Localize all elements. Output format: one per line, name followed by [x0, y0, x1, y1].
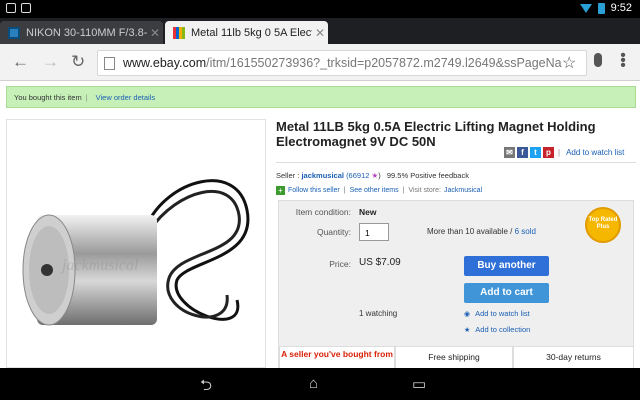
wifi-icon: [579, 3, 592, 13]
store-link[interactable]: Jackmusical: [444, 187, 482, 194]
seller-bought-from-feature: A seller you've bought from: [279, 346, 395, 369]
condition-label: Item condition:: [295, 207, 351, 217]
url-domain: www.ebay.com: [123, 56, 207, 70]
reload-icon[interactable]: ↻: [71, 52, 85, 72]
close-tab-icon[interactable]: ✕: [147, 26, 163, 40]
product-image[interactable]: jackmusical: [6, 119, 266, 368]
availability: More than 10 available / 6 sold: [427, 227, 536, 236]
tab-title: Metal 11lb 5kg 0 5A Electric: [191, 26, 312, 39]
facebook-icon[interactable]: f: [517, 147, 528, 158]
page-icon: [104, 56, 115, 70]
url-path: /itm/161550273936?_trksid=p2057872.m2749…: [206, 56, 562, 70]
twitter-icon[interactable]: t: [530, 147, 541, 158]
available-text: More than 10 available /: [427, 227, 513, 236]
see-other-items-link[interactable]: See other items: [350, 187, 399, 194]
url-bar[interactable]: www.ebay.com/itm/161550273936?_trksid=p2…: [97, 50, 587, 76]
star-icon: ★: [464, 326, 471, 334]
positive-feedback: 99.5% Positive feedback: [386, 171, 469, 180]
view-order-details-link[interactable]: View order details: [96, 93, 155, 102]
sold-link[interactable]: 6 sold: [515, 227, 536, 236]
microphone-icon[interactable]: [594, 53, 602, 67]
quantity-label: Quantity:: [316, 227, 351, 237]
overflow-menu-icon[interactable]: • • •: [620, 48, 626, 74]
home-icon[interactable]: ⌂: [309, 375, 318, 392]
forward-arrow-icon[interactable]: →: [42, 52, 59, 72]
ebay-favicon: [173, 26, 185, 39]
add-to-watch-list-link[interactable]: Add to watch list: [566, 148, 624, 157]
watermark: jackmusical: [60, 257, 139, 274]
product-title: Metal 11LB 5kg 0.5A Electric Lifting Mag…: [276, 119, 596, 149]
back-arrow-icon[interactable]: ←: [12, 52, 29, 72]
visit-store-label: Visit store:: [408, 187, 441, 194]
divider: |: [402, 187, 405, 194]
tab-strip: NIKON 30-110MM F/3.8-5.6 ✕ Metal 11lb 5k…: [0, 18, 640, 44]
follow-seller-link[interactable]: Follow this seller: [288, 187, 340, 194]
add-to-collection-link[interactable]: ★ Add to collection: [464, 325, 530, 334]
purchase-banner: You bought this item | View order detail…: [6, 86, 636, 108]
free-shipping-feature: Free shipping: [395, 346, 513, 369]
plus-icon: +: [276, 186, 285, 195]
banner-text: You bought this item: [14, 92, 82, 102]
email-icon[interactable]: ✉: [504, 147, 515, 158]
add-to-watch-list-link[interactable]: ◉ Add to watch list: [464, 309, 530, 318]
ebay-favicon: [8, 26, 20, 39]
price-value: US $7.09: [359, 257, 401, 268]
pinterest-icon[interactable]: p: [543, 147, 554, 158]
tab-title: NIKON 30-110MM F/3.8-5.6: [26, 26, 147, 39]
seller-label: Seller :: [276, 171, 300, 180]
returns-feature: 30-day returns: [513, 346, 634, 369]
add-to-cart-button[interactable]: Add to cart: [464, 283, 549, 303]
clock: 9:52: [610, 2, 632, 14]
notification-icons: [6, 3, 31, 13]
electromagnet-image: jackmusical: [22, 179, 250, 326]
divider: |: [343, 187, 346, 194]
feedback-star-icon: ★: [371, 171, 379, 180]
seller-links: + Follow this seller | See other items |…: [276, 186, 482, 195]
close-tab-icon[interactable]: ✕: [312, 26, 328, 40]
bookmark-star-icon[interactable]: ☆: [562, 53, 576, 73]
condition-value: New: [359, 207, 377, 217]
buy-another-button[interactable]: Buy another: [464, 256, 549, 276]
purchase-box: Item condition: New Quantity: 1 More tha…: [278, 200, 634, 369]
divider: |: [85, 92, 88, 102]
top-rated-plus-badge: Top Rated Plus: [585, 207, 621, 243]
browser-toolbar: ← → ↻ www.ebay.com/itm/161550273936?_trk…: [0, 44, 640, 81]
seller-info: Seller : jackmusical (66912 ★) 99.5% Pos…: [276, 171, 469, 180]
eye-icon: ◉: [464, 310, 471, 318]
bag-notification-icon: [21, 3, 31, 13]
image-notification-icon: [6, 3, 16, 13]
android-nav-bar: ⮌ ⌂ ▭: [0, 368, 640, 400]
share-icons: ✉ f t p | Add to watch list: [504, 147, 624, 158]
tab-ebay-magnet[interactable]: Metal 11lb 5kg 0 5A Electric ✕: [165, 21, 328, 44]
divider: [276, 162, 636, 163]
seller-score[interactable]: (66912: [346, 171, 369, 180]
recent-apps-icon[interactable]: ▭: [412, 375, 426, 393]
quantity-input[interactable]: 1: [359, 223, 389, 241]
add-collection-text: Add to collection: [475, 325, 531, 334]
status-bar: 9:52: [0, 0, 640, 18]
seller-name-link[interactable]: jackmusical: [301, 171, 344, 180]
watching-count: 1 watching: [359, 309, 398, 318]
back-icon[interactable]: ⮌: [200, 375, 212, 400]
tab-nikon[interactable]: NIKON 30-110MM F/3.8-5.6 ✕: [0, 21, 163, 44]
price-label: Price:: [329, 259, 351, 269]
divider: |: [558, 148, 561, 157]
add-watch-text: Add to watch list: [475, 309, 530, 318]
battery-icon: [597, 2, 605, 14]
